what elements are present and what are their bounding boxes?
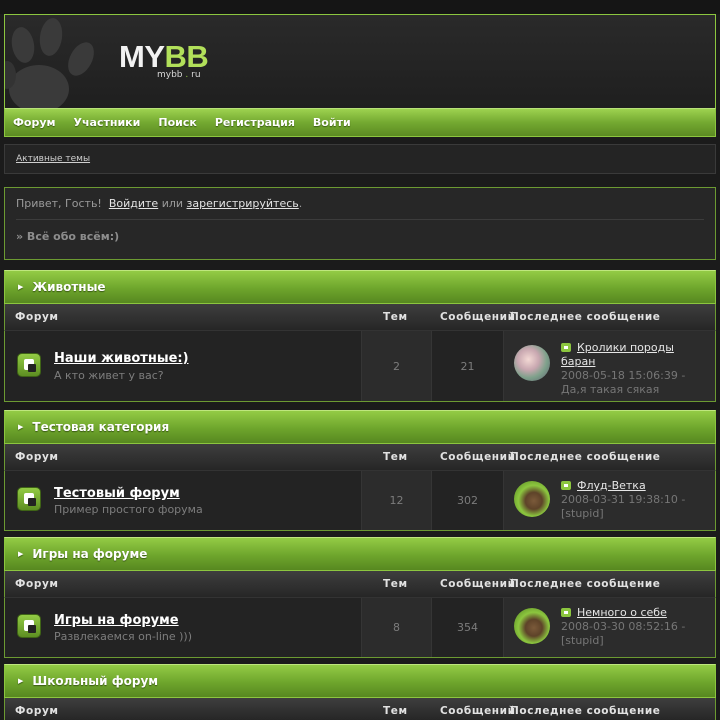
- post-icon: [561, 608, 571, 617]
- col-forum: Форум: [15, 578, 59, 590]
- forum-icon: [17, 487, 41, 511]
- post-icon: [561, 343, 571, 352]
- col-posts: Сообщений: [440, 705, 516, 717]
- col-last: Последнее сообщение: [510, 311, 661, 323]
- forum-row: Тестовый форум Пример простого форума 12…: [4, 470, 716, 531]
- category-block: ▶ Школьный форум Форум Тем Сообщений Пос…: [4, 664, 716, 720]
- col-last: Последнее сообщение: [510, 705, 661, 717]
- col-posts: Сообщений: [440, 311, 516, 323]
- col-topics: Тем: [383, 578, 408, 590]
- col-topics: Тем: [383, 311, 408, 323]
- forum-description: А кто живет у вас?: [54, 369, 164, 382]
- rabbit-avatar[interactable]: [514, 345, 550, 381]
- subnav-bar: Активные темы: [4, 144, 716, 174]
- category-header[interactable]: ▶ Школьный форум: [4, 664, 716, 698]
- forum-title-link[interactable]: Тестовый форум: [54, 486, 180, 501]
- col-forum: Форум: [15, 705, 59, 717]
- last-post-link[interactable]: Флуд-Ветка: [561, 479, 711, 493]
- col-posts: Сообщений: [440, 451, 516, 463]
- post-icon: [561, 481, 571, 490]
- logo-subtitle: mybb . ru: [157, 70, 201, 80]
- paw-logo-icon: [5, 18, 94, 108]
- topics-count: 12: [389, 494, 404, 507]
- category-title: Тестовая категория: [32, 420, 170, 434]
- forum-row: Наши животные:) А кто живет у вас? 2 21 …: [4, 330, 716, 402]
- forum-row: Игры на форуме Развлекаемся on-line ))) …: [4, 597, 716, 658]
- col-forum: Форум: [15, 451, 59, 463]
- or-text: или: [161, 197, 184, 210]
- last-post-date: 2008-03-31 19:38:10 -: [561, 493, 686, 506]
- col-posts: Сообщений: [440, 578, 516, 590]
- nav-search[interactable]: Поиск: [158, 116, 196, 129]
- main-nav: Форум Участники Поиск Регистрация Войти: [4, 108, 716, 137]
- category-title: Игры на форуме: [32, 547, 148, 561]
- forum-icon: [17, 353, 41, 377]
- nav-members[interactable]: Участники: [74, 116, 141, 129]
- category-header[interactable]: ▶ Животные: [4, 270, 716, 304]
- last-post-author: [stupid]: [561, 507, 604, 520]
- posts-count: 354: [457, 621, 478, 634]
- breadcrumb: » Всё обо всём:): [16, 230, 120, 243]
- divider: [16, 219, 704, 220]
- category-title: Животные: [32, 280, 106, 294]
- welcome-panel: Привет, Гость! Войдите или зарегистрируй…: [4, 187, 716, 260]
- welcome-line: Привет, Гость! Войдите или зарегистрируй…: [16, 197, 303, 210]
- dog-avatar[interactable]: [514, 481, 550, 517]
- last-post-link[interactable]: Немного о себе: [561, 606, 711, 620]
- nav-register[interactable]: Регистрация: [215, 116, 295, 129]
- col-topics: Тем: [383, 705, 408, 717]
- collapse-arrow-icon[interactable]: ▶: [18, 283, 23, 291]
- forum-description: Развлекаемся on-line ))): [54, 630, 193, 643]
- forum-title-link[interactable]: Наши животные:): [54, 351, 189, 366]
- logo-text: MYBB: [119, 39, 209, 74]
- table-header: Форум Тем Сообщений Последнее сообщение: [4, 571, 716, 597]
- col-forum: Форум: [15, 311, 59, 323]
- collapse-arrow-icon[interactable]: ▶: [18, 550, 23, 558]
- posts-count: 302: [457, 494, 478, 507]
- category-block: ▶ Животные Форум Тем Сообщений Последнее…: [4, 270, 716, 402]
- collapse-arrow-icon[interactable]: ▶: [18, 423, 23, 431]
- last-post-date: 2008-05-18 15:06:39 -: [561, 369, 686, 382]
- site-header: MYBB mybb . ru: [4, 14, 716, 108]
- last-post-date: 2008-03-30 08:52:16 -: [561, 620, 686, 633]
- forum-icon: [17, 614, 41, 638]
- nav-forum[interactable]: Форум: [13, 116, 56, 129]
- topics-count: 8: [393, 621, 400, 634]
- forum-title-link[interactable]: Игры на форуме: [54, 613, 179, 628]
- category-block: ▶ Игры на форуме Форум Тем Сообщений Пос…: [4, 537, 716, 658]
- topics-count: 2: [393, 360, 400, 373]
- register-link[interactable]: зарегистрируйтесь: [187, 197, 299, 210]
- active-topics-link[interactable]: Активные темы: [16, 154, 90, 164]
- posts-count: 21: [460, 360, 475, 373]
- login-link[interactable]: Войдите: [109, 197, 158, 210]
- nav-login[interactable]: Войти: [313, 116, 351, 129]
- table-header: Форум Тем Сообщений Последнее сообщение: [4, 304, 716, 330]
- mybb-logo[interactable]: MYBB mybb . ru: [119, 39, 209, 80]
- col-last: Последнее сообщение: [510, 578, 661, 590]
- col-topics: Тем: [383, 451, 408, 463]
- category-title: Школьный форум: [32, 674, 159, 688]
- top-strip: [0, 0, 720, 14]
- category-header[interactable]: ▶ Игры на форуме: [4, 537, 716, 571]
- table-header: Форум Тем Сообщений Последнее сообщение: [4, 698, 716, 720]
- col-last: Последнее сообщение: [510, 451, 661, 463]
- greeting-text: Привет, Гость!: [16, 197, 102, 210]
- forum-description: Пример простого форума: [54, 503, 203, 516]
- table-header: Форум Тем Сообщений Последнее сообщение: [4, 444, 716, 470]
- category-header[interactable]: ▶ Тестовая категория: [4, 410, 716, 444]
- dog-avatar[interactable]: [514, 608, 550, 644]
- last-post-author: [stupid]: [561, 634, 604, 647]
- last-post-link[interactable]: Кролики породы баран: [561, 341, 711, 369]
- collapse-arrow-icon[interactable]: ▶: [18, 677, 23, 685]
- category-block: ▶ Тестовая категория Форум Тем Сообщений…: [4, 410, 716, 531]
- last-post-author: Да,я такая сякая: [561, 383, 660, 396]
